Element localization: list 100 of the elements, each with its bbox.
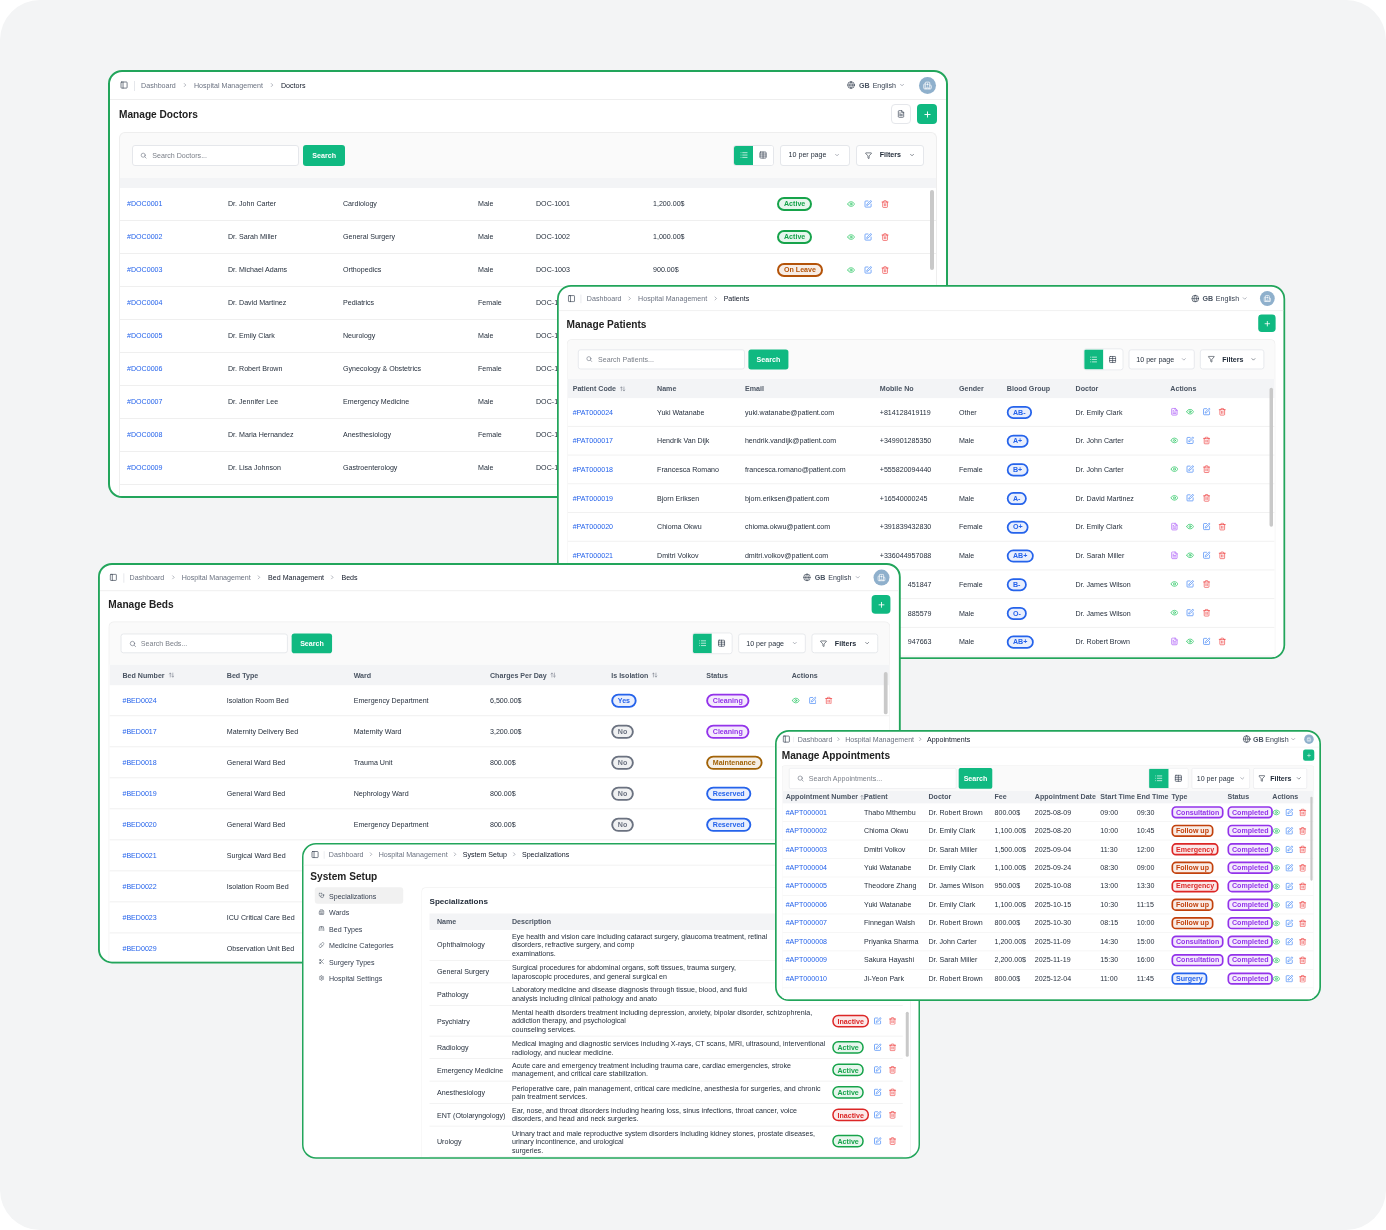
edit-icon[interactable] (808, 696, 817, 705)
user-avatar[interactable] (1259, 291, 1275, 306)
eye-icon[interactable] (1186, 551, 1195, 560)
user-avatar[interactable] (873, 569, 890, 586)
eye-icon[interactable] (1186, 637, 1195, 646)
filter-icon (864, 151, 872, 160)
eye-icon[interactable] (791, 696, 800, 705)
trash-icon[interactable] (1202, 465, 1211, 474)
edit-icon[interactable] (1202, 551, 1211, 560)
user-avatar[interactable] (919, 77, 936, 94)
trash-icon[interactable] (881, 232, 890, 242)
page-title: Manage Patients (566, 317, 647, 329)
chevron-right-icon (329, 574, 336, 581)
scrollbar-thumb[interactable] (1310, 796, 1313, 881)
document-icon[interactable] (1170, 551, 1179, 560)
edit-icon[interactable] (1202, 407, 1211, 417)
sidebar-toggle-icon[interactable] (567, 294, 576, 303)
add-button[interactable] (1258, 314, 1276, 332)
edit-icon[interactable] (1202, 522, 1211, 531)
chevron-down-icon (1250, 356, 1257, 363)
chevron-right-icon (169, 574, 177, 581)
document-icon[interactable] (1170, 407, 1179, 417)
filter-icon (820, 639, 828, 647)
scrollbar-thumb[interactable] (905, 1011, 909, 1057)
trash-icon[interactable] (1202, 608, 1211, 618)
edit-icon[interactable] (864, 265, 873, 275)
document-icon[interactable] (1170, 522, 1179, 531)
trash-icon[interactable] (881, 265, 890, 275)
add-button[interactable] (871, 594, 891, 614)
eye-icon[interactable] (1170, 494, 1179, 503)
page-title: Manage Appointments (781, 749, 891, 762)
document-icon[interactable] (1170, 637, 1179, 646)
list-view-button[interactable] (734, 145, 754, 166)
edit-icon[interactable] (864, 199, 873, 209)
table-icon (1108, 355, 1117, 364)
list-icon (739, 151, 748, 160)
edit-icon[interactable] (1186, 465, 1195, 474)
chevron-down-icon (854, 574, 861, 581)
scrollbar-thumb[interactable] (883, 672, 888, 715)
sidebar-toggle-icon[interactable] (120, 81, 129, 90)
table-view-button[interactable] (1168, 768, 1188, 789)
plus-icon (922, 109, 932, 119)
edit-icon[interactable] (1186, 608, 1195, 618)
edit-icon[interactable] (1186, 580, 1195, 589)
page-title: Manage Beds (108, 598, 174, 610)
eye-icon[interactable] (1186, 522, 1195, 531)
chevron-down-icon (1181, 356, 1188, 363)
scrollbar-thumb[interactable] (930, 190, 934, 270)
scrollbar-thumb[interactable] (1269, 387, 1273, 527)
edit-icon[interactable] (1186, 494, 1195, 503)
add-button[interactable] (917, 104, 937, 124)
edit-icon[interactable] (864, 232, 873, 242)
eye-icon[interactable] (1170, 436, 1179, 445)
chevron-right-icon (268, 82, 275, 89)
list-view-button[interactable] (692, 633, 712, 653)
table-icon (758, 151, 767, 160)
edit-icon[interactable] (1202, 637, 1211, 646)
eye-icon[interactable] (1170, 580, 1179, 589)
eye-icon[interactable] (1186, 407, 1195, 417)
table-view-button[interactable] (711, 633, 732, 653)
trash-icon[interactable] (1218, 637, 1227, 646)
hospital-icon (923, 81, 932, 90)
add-button[interactable] (1303, 749, 1315, 761)
chevron-right-icon (712, 295, 719, 302)
trash-icon[interactable] (1218, 407, 1227, 417)
page-title: Manage Doctors (119, 108, 198, 120)
trash-icon[interactable] (1202, 580, 1211, 589)
eye-icon[interactable] (1170, 608, 1179, 618)
trash-icon[interactable] (1202, 436, 1211, 445)
chevron-down-icon (863, 640, 870, 647)
globe-icon (1190, 294, 1200, 303)
table-icon (717, 639, 726, 648)
eye-icon[interactable] (1170, 465, 1179, 474)
trash-icon[interactable] (824, 696, 833, 705)
chevron-right-icon (181, 82, 188, 89)
page-title: System Setup (310, 870, 378, 882)
globe-icon (802, 573, 811, 582)
list-view-button[interactable] (1149, 768, 1169, 789)
trash-icon[interactable] (1202, 494, 1211, 503)
hospital-icon (1263, 294, 1272, 303)
trash-icon[interactable] (1218, 551, 1227, 560)
export-button[interactable] (891, 104, 911, 124)
chevron-down-icon (791, 640, 798, 647)
list-icon (1089, 355, 1098, 364)
chevron-down-icon (908, 152, 915, 159)
section-title: Specializations (429, 895, 488, 908)
chevron-right-icon (256, 574, 263, 581)
edit-icon[interactable] (1186, 436, 1195, 445)
list-icon (698, 639, 707, 648)
globe-icon (846, 81, 855, 90)
trash-icon[interactable] (1218, 522, 1227, 531)
hospital-icon (877, 573, 886, 582)
chevron-down-icon (898, 82, 905, 89)
user-avatar[interactable] (1304, 734, 1314, 744)
filter-icon (1208, 355, 1216, 363)
sidebar-toggle-icon[interactable] (109, 573, 118, 582)
plus-icon (876, 600, 886, 609)
chevron-right-icon (626, 295, 633, 302)
trash-icon[interactable] (881, 199, 890, 209)
chevron-down-icon (1241, 295, 1248, 302)
